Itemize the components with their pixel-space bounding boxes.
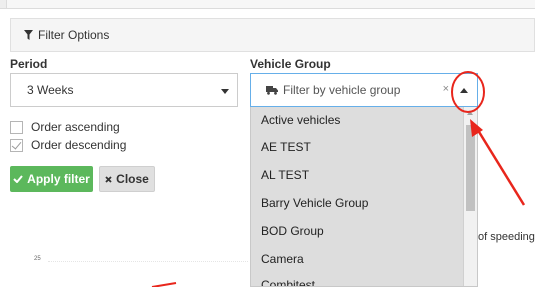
close-icon (105, 175, 112, 183)
caret-up-icon (460, 87, 468, 93)
clear-selection-icon[interactable]: × (443, 83, 449, 95)
vehicle-group-dropdown: Active vehicles AE TEST AL TEST Barry Ve… (250, 107, 478, 287)
filter-options-header[interactable]: Filter Options (10, 18, 535, 52)
order-descending-option[interactable]: Order descending (10, 138, 126, 152)
check-icon (13, 175, 23, 183)
filter-icon (24, 30, 33, 40)
filter-options-title: Filter Options (38, 28, 110, 42)
period-label: Period (10, 57, 48, 71)
annotation-arrow-line (474, 126, 526, 206)
dropdown-option-barry-vehicle-group[interactable]: Barry Vehicle Group (261, 196, 368, 210)
apply-filter-button[interactable]: Apply filter (10, 166, 93, 192)
annotation-fragment (151, 282, 177, 287)
close-label: Close (116, 172, 149, 186)
period-selected-value: 3 Weeks (27, 83, 74, 97)
dropdown-option-active-vehicles[interactable]: Active vehicles (261, 113, 340, 127)
order-ascending-label: Order ascending (31, 120, 120, 134)
dropdown-option-camera[interactable]: Camera (261, 252, 304, 266)
vehicle-group-placeholder: Filter by vehicle group (283, 83, 401, 97)
order-ascending-checkbox[interactable] (10, 120, 23, 134)
dropdown-option-ae-test[interactable]: AE TEST (261, 140, 311, 154)
close-button[interactable]: Close (99, 166, 155, 192)
chart-axis-tick: 25 (34, 256, 41, 262)
vehicle-group-label: Vehicle Group (250, 57, 331, 71)
dropdown-toggle-button[interactable] (451, 74, 477, 106)
panel-notch (0, 0, 7, 8)
dropdown-option-combitest[interactable]: Combitest (261, 278, 315, 286)
truck-icon (266, 86, 278, 95)
scrollbar-thumb[interactable] (466, 125, 475, 211)
order-descending-label: Order descending (31, 138, 127, 152)
order-descending-checkbox[interactable] (10, 138, 23, 152)
background-chart-caption: of speeding (478, 231, 535, 243)
vehicle-group-select[interactable]: Filter by vehicle group × (250, 73, 478, 107)
order-ascending-option[interactable]: Order ascending (10, 120, 120, 134)
dropdown-scrollbar[interactable] (463, 107, 477, 286)
chart-gridline (48, 261, 248, 262)
caret-down-icon (221, 89, 229, 94)
period-select[interactable]: 3 Weeks (10, 73, 238, 107)
scroll-up-icon[interactable] (467, 111, 473, 115)
apply-filter-label: Apply filter (27, 172, 90, 186)
dropdown-option-bod-group[interactable]: BOD Group (261, 224, 324, 238)
top-panel-edge (0, 0, 535, 9)
dropdown-option-al-test[interactable]: AL TEST (261, 168, 309, 182)
